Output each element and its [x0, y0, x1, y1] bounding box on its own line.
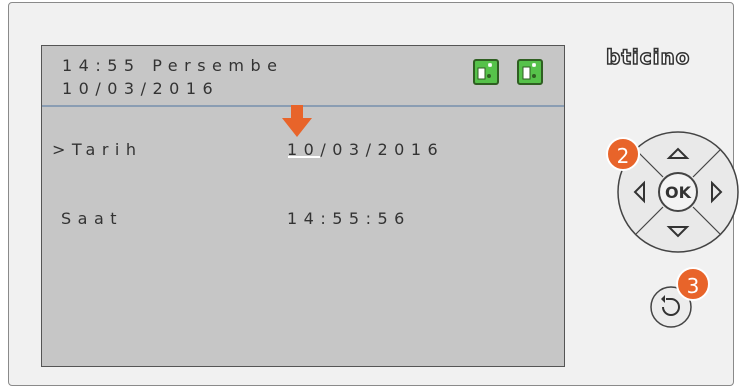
pointer-arrow-icon [282, 105, 312, 137]
row-value-time[interactable]: 14:55:56 [287, 209, 411, 228]
row-label-date[interactable]: >Tarih [52, 140, 143, 159]
header-date: 10/03/2016 [62, 79, 220, 98]
ok-button[interactable]: OK [665, 183, 692, 202]
door-unlock-icon [473, 59, 499, 85]
intercom-icon [517, 59, 543, 85]
device-panel: 14:55 Persembe 10/03/2016 >Tarih 10/03/2… [8, 2, 739, 386]
bticino-logo: bticino [605, 44, 691, 70]
row-label-time[interactable]: Saat [61, 209, 123, 228]
step-badge-3: 3 [676, 267, 710, 301]
header-time-day: 14:55 Persembe [62, 56, 284, 75]
edit-cursor [288, 156, 320, 158]
step-badge-2: 2 [606, 137, 640, 171]
lcd-screen: 14:55 Persembe 10/03/2016 >Tarih 10/03/2… [41, 45, 565, 367]
